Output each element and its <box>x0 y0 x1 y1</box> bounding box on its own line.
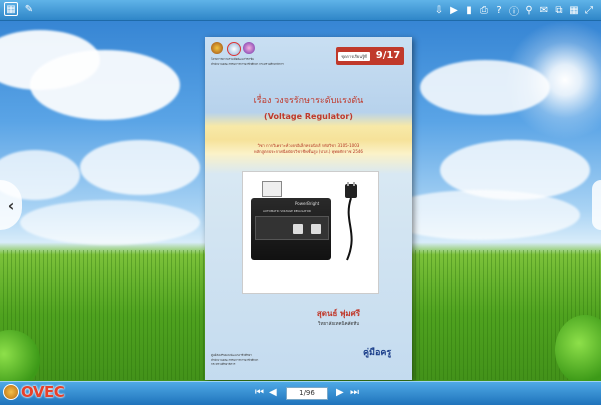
school-name: วิทยาลัยเทคนิคสัตหีบ <box>317 322 360 327</box>
teacher-manual-label: คู่มือครู <box>363 348 392 358</box>
cloud <box>80 140 200 195</box>
share-icon[interactable]: ⧉ <box>553 3 565 17</box>
ovec-logo: OVEC <box>3 383 65 401</box>
edit-icon[interactable]: ✎ <box>22 2 36 16</box>
ovec-emblem-icon <box>3 384 19 400</box>
cloud <box>30 50 180 120</box>
cloud <box>20 200 200 245</box>
emblem-icon <box>227 42 241 56</box>
curriculum-line: หลักสูตรประกาศนียบัตรวิชาชีพชั้นสูง (ปวส… <box>254 149 363 154</box>
download-icon[interactable]: ⇩ <box>433 3 445 17</box>
zoom-icon[interactable]: ⚲ <box>523 3 535 17</box>
page-number-input[interactable]: 1/96 <box>286 387 328 400</box>
voltmeter <box>262 181 282 197</box>
email-icon[interactable]: ✉ <box>538 3 550 17</box>
print-icon[interactable]: ⎙ <box>478 3 490 17</box>
previous-page-button[interactable]: ◀ <box>269 387 277 398</box>
emblem-icon <box>243 42 255 54</box>
next-page-arrow[interactable] <box>592 180 601 230</box>
regulator-product: AUTOMATIC VOLTAGE REGULATOR <box>263 209 311 213</box>
unit-number: 9/17 <box>375 50 401 61</box>
last-page-button[interactable]: ⏭ <box>350 387 359 398</box>
info-icon[interactable]: ⓘ <box>508 3 520 18</box>
regulator-brand: PowerBright <box>295 201 320 206</box>
footer-line: กระทรวงศึกษาธิการ <box>211 362 236 366</box>
book-icon[interactable]: ▦ <box>4 2 18 16</box>
footer-organization: ศูนย์ส่งเสริมและพัฒนาอาชีวศึกษา สำนักงาน… <box>211 353 321 367</box>
organization-text: โครงการความร่วมมือพัฒนาวิชาชีพ สำนักงานค… <box>211 57 331 66</box>
emblem-icon <box>211 42 223 54</box>
play-icon[interactable]: ▶ <box>448 3 460 17</box>
subject-info: วิชา การวิเคราะห์วงจรอิเล็กทรอนิกส์ รหัส… <box>205 143 412 155</box>
author-name: สุดนธ์ พุ่มศรี <box>316 309 361 318</box>
fullscreen-icon[interactable]: ⤢ <box>583 3 595 17</box>
unit-label: ชุดการเรียนรู้ที่ <box>338 52 370 61</box>
power-cord <box>345 182 357 261</box>
org-line: สำนักงานคณะกรรมการการอาชีวศึกษา กระทรวงศ… <box>211 61 284 66</box>
document-title-thai: เรื่อง วงจรรักษาระดับแรงดัน <box>253 96 364 106</box>
voltage-regulator-photo: PowerBright AUTOMATIC VOLTAGE REGULATOR … <box>242 171 379 294</box>
bookmark-icon[interactable]: ▮ <box>463 3 475 17</box>
help-icon[interactable]: ? <box>493 3 505 17</box>
top-toolbar: ▦ ✎ ⇩ ▶ ▮ ⎙ ? ⓘ ⚲ ✉ ⧉ ▦ ⤢ <box>0 0 601 21</box>
first-page-button[interactable]: ⏮ <box>255 387 264 398</box>
cloud <box>420 60 550 115</box>
ovec-logo-text: OVEC <box>21 383 65 401</box>
power-socket <box>311 224 321 234</box>
power-socket <box>293 224 303 234</box>
book-page[interactable]: โครงการความร่วมมือพัฒนาวิชาชีพ สำนักงานค… <box>205 37 412 380</box>
document-title-english: (Voltage Regulator) <box>264 112 353 121</box>
grid-icon[interactable]: ▦ <box>568 3 580 17</box>
next-page-button[interactable]: ▶ <box>336 387 344 398</box>
